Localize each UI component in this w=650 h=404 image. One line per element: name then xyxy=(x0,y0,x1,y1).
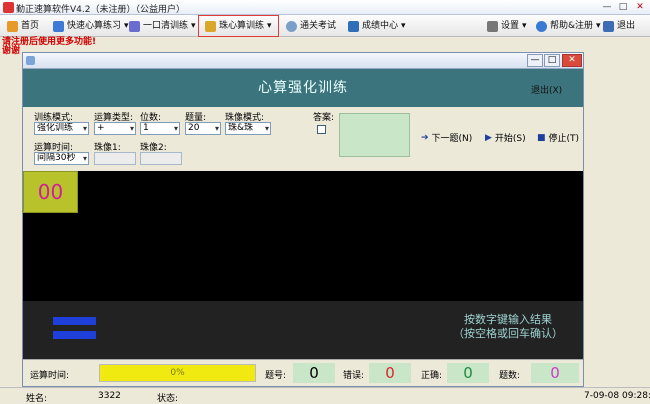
footer-name-value: 3322 xyxy=(98,391,121,401)
exam-icon xyxy=(286,20,297,32)
toolbar-abacus[interactable]: 珠心算训练 ▾ xyxy=(198,15,279,37)
toolbar-oneshot[interactable]: 一口清训练 ▾ xyxy=(126,18,199,34)
toolbar-quick-practice[interactable]: 快速心算练习 ▾ xyxy=(50,18,132,34)
training-dialog: — □ ✕ 心算强化训练 退出(X) 训练模式: 运算类型: 位数: 题量: 珠… xyxy=(22,52,584,387)
total-value: 0 xyxy=(531,363,579,383)
status-bar: 姓名: 3322 状态: 7-09-08 09:28:02 xyxy=(0,387,650,404)
list-icon xyxy=(129,20,140,32)
count-select[interactable]: 20 xyxy=(185,122,221,135)
status-row: 运算时间: 0% 题号: 0 错误: 0 正确: 0 题数: 0 xyxy=(23,359,583,386)
user-icon xyxy=(53,20,64,32)
app-icon xyxy=(3,2,14,13)
dialog-icon xyxy=(26,56,35,65)
window-title: 勤正速算软件V4.2（未注册）（公益用户） xyxy=(16,5,185,15)
start-label: 开始(S) xyxy=(494,134,526,144)
input-band: 按数字键输入结果 （按空格或回车确认） xyxy=(23,301,583,359)
home-icon xyxy=(7,20,18,32)
help-icon xyxy=(536,20,547,32)
footer-state-label: 状态: xyxy=(157,394,179,404)
digits-select[interactable]: 1 xyxy=(140,122,180,135)
toolbar-scores-label: 成绩中心 xyxy=(362,21,399,31)
image1-field[interactable] xyxy=(94,152,136,165)
hint-line-1: 按数字键输入结果 xyxy=(464,313,552,326)
answer-label: 答案: xyxy=(313,113,335,123)
dialog-title: 心算强化训练 xyxy=(258,80,348,96)
abacus-mode-select[interactable]: 珠&珠 xyxy=(225,122,271,135)
chevron-down-icon: ▾ xyxy=(191,21,196,31)
toolbar-quick-label: 快速心算练习 xyxy=(67,21,122,31)
toolbar-exit[interactable]: 退出 xyxy=(600,18,638,34)
hint-line-2: （按空格或回车确认） xyxy=(453,327,563,340)
toolbar-exit-label: 退出 xyxy=(617,21,636,31)
stop-label: 停止(T) xyxy=(548,134,580,144)
number-tile: 00 xyxy=(23,171,78,213)
wrong-label: 错误: xyxy=(343,371,365,381)
tools-icon xyxy=(487,20,498,32)
wrong-value: 0 xyxy=(369,363,411,383)
time-progress-text: 0% xyxy=(170,368,185,378)
toolbar-home[interactable]: 首页 xyxy=(4,18,42,34)
toolbar-oneshot-label: 一口清训练 xyxy=(143,21,189,31)
right-label: 正确: xyxy=(421,371,443,381)
exit-icon xyxy=(603,20,614,32)
toolbar-settings-label: 设置 xyxy=(501,21,520,31)
image2-field[interactable] xyxy=(140,152,182,165)
toolbar-exam-label: 通关考试 xyxy=(300,21,337,31)
footer-name-label: 姓名: xyxy=(26,394,48,404)
mode-select[interactable]: 强化训练 xyxy=(34,122,89,135)
abacus-icon xyxy=(205,20,216,32)
next-label: 下一题(N) xyxy=(431,134,473,144)
total-label: 题数: xyxy=(499,371,521,381)
play-icon: ▶ xyxy=(485,132,492,143)
toolbar-home-label: 首页 xyxy=(21,21,40,31)
chart-icon xyxy=(348,20,359,32)
stop-icon: ■ xyxy=(537,132,546,143)
time-select[interactable]: 间隔30秒 xyxy=(34,152,89,165)
optype-select[interactable]: + xyxy=(94,122,136,135)
minimize-button[interactable]: — xyxy=(600,2,614,13)
equals-bar-top xyxy=(53,317,96,325)
dialog-exit-link[interactable]: 退出(X) xyxy=(531,83,562,96)
main-toolbar: 首页 快速心算练习 ▾ 一口清训练 ▾ 珠心算训练 ▾ 通关考试 成绩中心 ▾ … xyxy=(0,15,650,37)
arrow-right-icon: ➔ xyxy=(421,132,429,143)
dialog-titlebar: — □ ✕ xyxy=(23,53,583,69)
toolbar-exam[interactable]: 通关考试 xyxy=(283,18,339,34)
close-button[interactable]: ✕ xyxy=(633,2,647,13)
start-button[interactable]: ▶ 开始(S) xyxy=(485,131,526,145)
window-titlebar: 勤正速算软件V4.2（未注册）（公益用户） — □ ✕ xyxy=(0,0,650,15)
qno-label: 题号: xyxy=(265,371,287,381)
qno-value: 0 xyxy=(293,363,335,383)
answer-display xyxy=(339,113,410,157)
chevron-down-icon: ▾ xyxy=(522,21,527,31)
dialog-header: 心算强化训练 退出(X) xyxy=(23,69,583,107)
answer-checkbox[interactable] xyxy=(317,125,326,134)
equals-bar-bottom xyxy=(53,331,96,339)
maximize-button[interactable]: □ xyxy=(616,2,630,13)
toolbar-help-label: 帮助&注册 xyxy=(550,21,594,31)
status-time-label: 运算时间: xyxy=(30,371,70,381)
toolbar-settings[interactable]: 设置 ▾ xyxy=(484,18,530,34)
config-panel: 训练模式: 运算类型: 位数: 题量: 珠像模式: 答案: 强化训练 + 1 2… xyxy=(23,107,583,171)
next-button[interactable]: ➔ 下一题(N) xyxy=(421,131,473,145)
toolbar-abacus-label: 珠心算训练 xyxy=(219,21,265,31)
toolbar-scores[interactable]: 成绩中心 ▾ xyxy=(345,18,409,34)
dialog-minimize-button[interactable]: — xyxy=(527,54,543,67)
chevron-down-icon: ▾ xyxy=(401,21,406,31)
stop-button[interactable]: ■ 停止(T) xyxy=(537,131,580,145)
time-progress-bar: 0% xyxy=(99,364,256,382)
footer-datetime: 7-09-08 09:28:02 xyxy=(584,391,650,401)
dialog-maximize-button[interactable]: □ xyxy=(544,54,560,67)
notice-line-1: 请注册后使用更多功能! xyxy=(2,37,97,47)
input-hint: 按数字键输入结果 （按空格或回车确认） xyxy=(453,313,563,341)
toolbar-help[interactable]: 帮助&注册 ▾ xyxy=(533,18,604,34)
dialog-close-button[interactable]: ✕ xyxy=(562,54,582,67)
right-value: 0 xyxy=(447,363,489,383)
chevron-down-icon: ▾ xyxy=(267,21,272,31)
number-display: 00 xyxy=(37,180,64,204)
